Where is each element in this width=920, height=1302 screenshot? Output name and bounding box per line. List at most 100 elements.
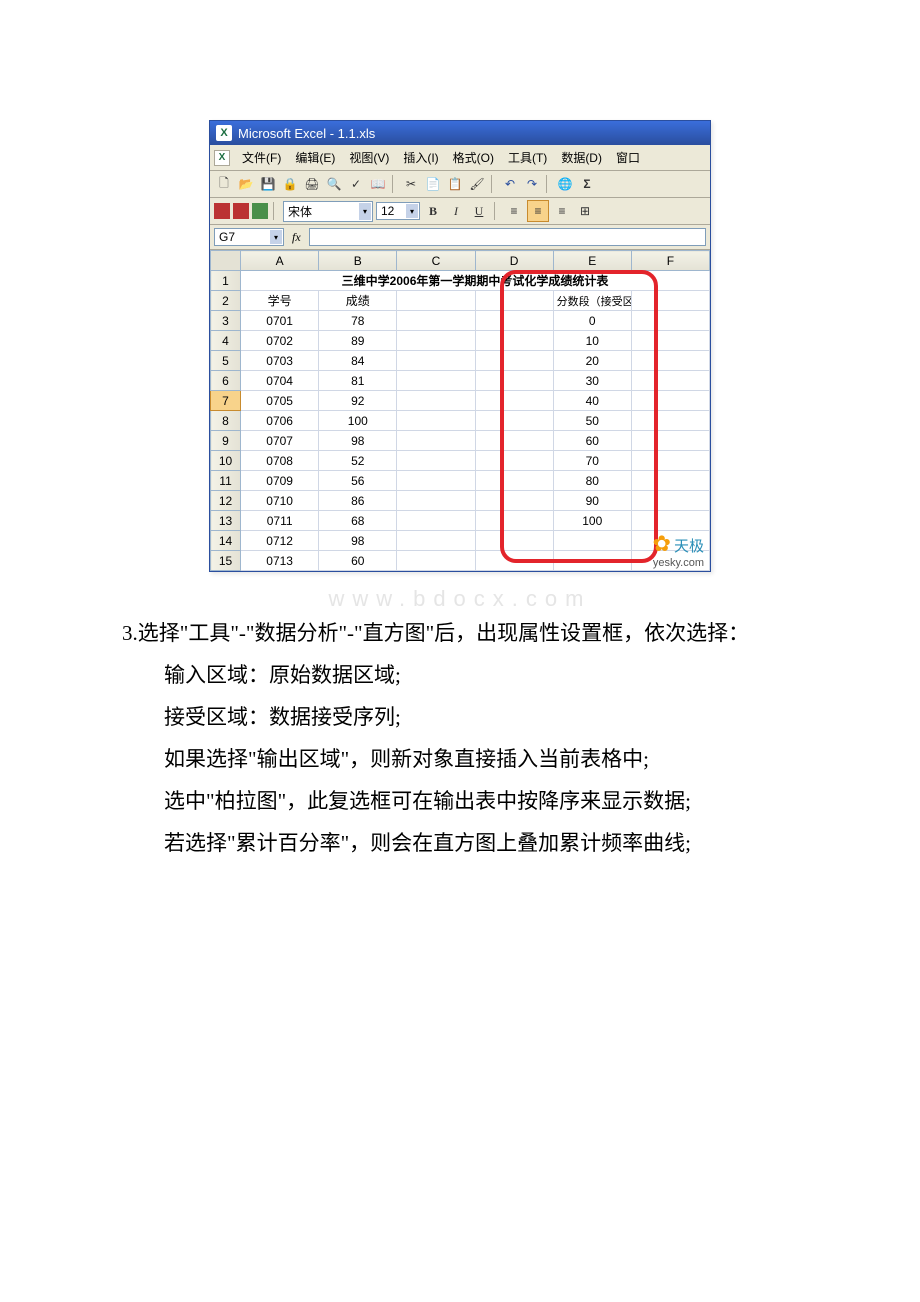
cell[interactable]: 0711 [241,511,319,531]
fx-icon[interactable]: fx [288,230,305,245]
open-icon[interactable]: 📂 [236,174,256,194]
col-header[interactable]: E [553,251,631,271]
cell[interactable] [475,351,553,371]
cell[interactable] [553,531,631,551]
menu-file[interactable]: 文件(F) [236,147,287,168]
cell[interactable]: 56 [319,471,397,491]
cell[interactable] [475,391,553,411]
save-icon[interactable]: 💾 [258,174,278,194]
spellcheck-icon[interactable]: ✓ [346,174,366,194]
permission-icon[interactable]: 🔒 [280,174,300,194]
cell[interactable] [475,311,553,331]
align-center-icon[interactable]: ≡ [527,200,549,222]
cell[interactable]: 成绩 [319,291,397,311]
cell[interactable] [631,291,709,311]
pdf-icon[interactable] [233,203,249,219]
align-left-icon[interactable]: ≡ [504,201,524,221]
underline-button[interactable]: U [469,201,489,221]
cell[interactable]: 10 [553,331,631,351]
cell[interactable] [475,491,553,511]
menu-window[interactable]: 窗口 [610,147,646,168]
cell[interactable] [631,511,709,531]
row-header[interactable]: 14 [211,531,241,551]
name-box[interactable]: G7 ▾ [214,228,284,246]
cell[interactable] [631,371,709,391]
cell[interactable]: 100 [319,411,397,431]
hyperlink-icon[interactable]: 🌐 [555,174,575,194]
row-header[interactable]: 15 [211,551,241,571]
cell[interactable] [475,371,553,391]
pdf-icon[interactable] [252,203,268,219]
font-size-select[interactable]: 12 ▾ [376,202,420,220]
cell[interactable] [475,411,553,431]
cell[interactable]: 0701 [241,311,319,331]
cell[interactable] [475,331,553,351]
menu-tools[interactable]: 工具(T) [502,147,553,168]
col-header[interactable]: B [319,251,397,271]
row-header[interactable]: 7 [211,391,241,411]
cell[interactable] [397,371,475,391]
cell[interactable] [631,331,709,351]
cell[interactable] [397,511,475,531]
worksheet-grid[interactable]: A B C D E F 1 三维中学2006年第一学期期中考试化学成绩统计表 2… [210,250,710,571]
cell[interactable]: 0705 [241,391,319,411]
cell[interactable]: 0706 [241,411,319,431]
cell[interactable]: 0703 [241,351,319,371]
row-header[interactable]: 6 [211,371,241,391]
row-header[interactable]: 1 [211,271,241,291]
copy-icon[interactable]: 📄 [423,174,443,194]
cell[interactable]: 0713 [241,551,319,571]
merge-center-icon[interactable]: ⊞ [575,201,595,221]
menu-data[interactable]: 数据(D) [555,147,608,168]
cell[interactable]: 98 [319,431,397,451]
cell[interactable] [397,311,475,331]
cell[interactable]: 52 [319,451,397,471]
undo-icon[interactable]: ↶ [500,174,520,194]
menu-insert[interactable]: 插入(I) [397,147,444,168]
cell[interactable] [397,451,475,471]
italic-button[interactable]: I [446,201,466,221]
cell[interactable]: 78 [319,311,397,331]
row-header[interactable]: 2 [211,291,241,311]
autosum-icon[interactable]: Σ [577,174,597,194]
cell[interactable]: 92 [319,391,397,411]
cell[interactable]: 68 [319,511,397,531]
cell[interactable] [475,551,553,571]
cell[interactable] [631,351,709,371]
cell[interactable] [397,351,475,371]
paste-icon[interactable]: 📋 [445,174,465,194]
row-header[interactable]: 10 [211,451,241,471]
cell[interactable] [475,431,553,451]
cell[interactable]: 0707 [241,431,319,451]
menu-format[interactable]: 格式(O) [447,147,500,168]
cell[interactable]: 80 [553,471,631,491]
cell[interactable] [397,411,475,431]
cell[interactable] [397,391,475,411]
cell[interactable]: 分数段（接受区域） [553,291,631,311]
cell[interactable] [631,391,709,411]
cell[interactable] [397,491,475,511]
cell[interactable]: 0702 [241,331,319,351]
cell[interactable]: 60 [319,551,397,571]
font-name-select[interactable]: 宋体 ▾ [283,201,373,222]
cell[interactable]: 60 [553,431,631,451]
cut-icon[interactable]: ✂ [401,174,421,194]
cell[interactable] [397,551,475,571]
row-header[interactable]: 8 [211,411,241,431]
cell[interactable]: 89 [319,331,397,351]
cell[interactable] [631,311,709,331]
cell[interactable] [397,471,475,491]
cell[interactable]: 98 [319,531,397,551]
menu-view[interactable]: 视图(V) [343,147,395,168]
redo-icon[interactable]: ↷ [522,174,542,194]
row-header[interactable]: 9 [211,431,241,451]
cell[interactable]: 0710 [241,491,319,511]
row-header[interactable]: 13 [211,511,241,531]
cell[interactable]: 70 [553,451,631,471]
row-header[interactable]: 4 [211,331,241,351]
cell[interactable]: 0708 [241,451,319,471]
print-preview-icon[interactable]: 🔍 [324,174,344,194]
cell[interactable] [475,471,553,491]
row-header[interactable]: 11 [211,471,241,491]
cell[interactable] [631,451,709,471]
